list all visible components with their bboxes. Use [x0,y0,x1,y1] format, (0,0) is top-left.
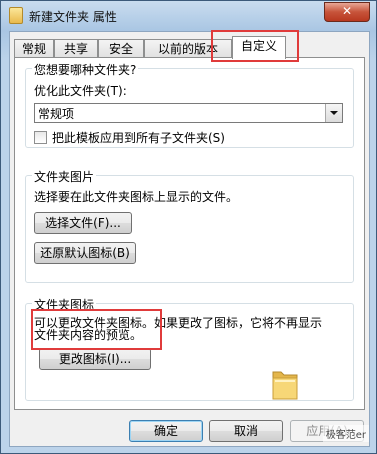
apply-subfolders-checkbox[interactable] [34,131,47,144]
dialog-client: 常规 共享 安全 以前的版本 自定义 您想要哪种文件夹? 优化此文件夹(T): … [9,31,370,447]
customize-panel: 您想要哪种文件夹? 优化此文件夹(T): 常规项 把此模板应用到所有子文件夹(S… [14,57,365,410]
window-title: 新建文件夹 属性 [29,10,117,24]
tab-general[interactable]: 常规 [14,39,54,58]
change-icon-button[interactable]: 更改图标(I)... [39,348,151,370]
optimize-select-value: 常规项 [38,107,75,121]
tab-security[interactable]: 安全 [98,39,144,58]
highlight-change-icon [31,309,162,350]
watermark-text: 极客范er [322,425,369,442]
close-button[interactable]: ✕ [324,2,370,22]
tab-sharing[interactable]: 共享 [54,39,98,58]
tab-customize[interactable]: 自定义 [232,36,286,59]
folder-icon [9,7,23,24]
ok-button[interactable]: 确定 [129,420,203,442]
optimize-select[interactable]: 常规项 [34,103,343,123]
cancel-button[interactable]: 取消 [209,420,283,442]
folder-picture-description: 选择要在此文件夹图标上显示的文件。 [34,190,239,204]
apply-subfolders-label: 把此模板应用到所有子文件夹(S) [52,131,225,145]
restore-default-button[interactable]: 还原默认图标(B) [34,242,136,264]
folder-type-title: 您想要哪种文件夹? [32,61,139,78]
folder-picture-group: 文件夹图片 选择要在此文件夹图标上显示的文件。 选择文件(F)... 还原默认图… [25,168,354,283]
folder-picture-title: 文件夹图片 [32,168,97,185]
title-bar[interactable]: 新建文件夹 属性 ✕ [1,1,376,29]
folder-type-group: 您想要哪种文件夹? 优化此文件夹(T): 常规项 把此模板应用到所有子文件夹(S… [25,61,354,148]
chevron-down-icon[interactable] [325,104,342,122]
optimize-label: 优化此文件夹(T): [34,84,127,98]
choose-file-button[interactable]: 选择文件(F)... [34,212,132,234]
folder-preview-icon [272,371,298,400]
properties-window: 新建文件夹 属性 ✕ 常规 共享 安全 以前的版本 自定义 您想要哪种文件夹? … [0,0,377,454]
